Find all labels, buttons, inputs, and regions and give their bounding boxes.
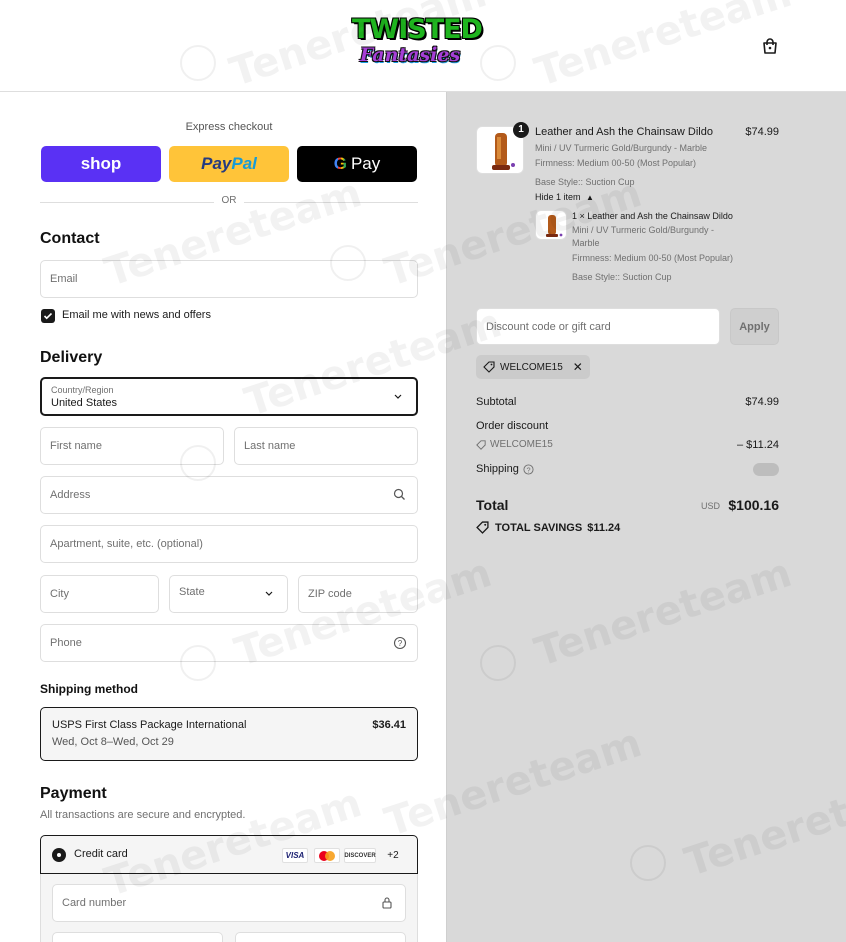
site-header: TWISTED Fantasies	[0, 0, 846, 92]
paypal-button[interactable]: Pay Pal	[169, 146, 289, 182]
card-cvv-field[interactable]	[235, 932, 406, 942]
shipping-label-text: Shipping	[476, 463, 519, 475]
payment-subtitle: All transactions are secure and encrypte…	[40, 809, 246, 821]
payment-heading: Payment	[40, 785, 107, 802]
product-firmness: Firmness: Medium 00-50 (Most Popular)	[535, 158, 697, 168]
first-name-field[interactable]: First name	[40, 427, 224, 465]
city-field[interactable]: City	[40, 575, 159, 613]
product-price: $74.99	[745, 126, 779, 138]
savings-value: $11.24	[587, 521, 621, 534]
shipping-value-placeholder	[753, 463, 779, 476]
google-g-icon: G	[333, 154, 347, 173]
credit-card-form: Card number	[40, 874, 418, 942]
google-pay-button[interactable]: G Pay	[297, 146, 417, 182]
chevron-down-icon	[392, 390, 406, 404]
last-name-field[interactable]: Last name	[234, 427, 418, 465]
search-icon	[393, 488, 407, 502]
phone-field[interactable]: Phone ?	[40, 624, 418, 662]
state-label: State	[179, 586, 205, 598]
contact-heading: Contact	[40, 230, 100, 247]
bundle-base-style: Base Style:: Suction Cup	[572, 272, 672, 282]
address-placeholder: Address	[50, 489, 91, 501]
savings-label: TOTAL SAVINGS	[495, 521, 583, 534]
remove-code-close-icon[interactable]: ✕	[573, 360, 583, 374]
card-number-field[interactable]: Card number	[52, 884, 406, 922]
subtotal-value: $74.99	[745, 396, 779, 408]
mastercard-icon	[314, 848, 340, 863]
paypal-label-part-2: Pal	[231, 154, 257, 173]
state-select[interactable]: State	[169, 575, 288, 613]
gpay-label: Pay	[350, 154, 381, 173]
shipping-option-price: $36.41	[372, 719, 406, 731]
tag-icon	[483, 361, 495, 373]
order-discount-code: WELCOME15	[476, 439, 553, 450]
credit-card-label: Credit card	[74, 848, 128, 860]
quantity-badge: 1	[513, 122, 529, 138]
brand-logo[interactable]: TWISTED Fantasies	[352, 14, 483, 74]
shipping-option-usps[interactable]: USPS First Class Package International W…	[40, 707, 418, 761]
country-select[interactable]: Country/Region United States	[40, 377, 418, 416]
product-base-style: Base Style:: Suction Cup	[535, 177, 635, 187]
hide-items-label: Hide 1 item	[535, 192, 581, 202]
shipping-row-label: Shipping ?	[476, 463, 534, 475]
credit-card-option[interactable]: Credit card VISA DISCOVER +2	[40, 835, 418, 874]
total-value: $100.16	[728, 497, 779, 513]
tag-icon	[476, 521, 489, 534]
shipping-option-name: USPS First Class Package International	[52, 719, 247, 731]
express-checkout-title: Express checkout	[185, 121, 273, 133]
applied-discount-chip: WELCOME15 ✕	[476, 355, 590, 379]
svg-text:?: ?	[398, 639, 403, 648]
order-discount-code-text: WELCOME15	[490, 439, 553, 450]
discount-code-input[interactable]: Discount code or gift card	[476, 308, 720, 345]
more-cards-count: +2	[387, 850, 399, 861]
lock-icon	[381, 896, 395, 910]
apartment-field[interactable]: Apartment, suite, etc. (optional)	[40, 525, 418, 563]
bundle-name: 1 × Leather and Ash the Chainsaw Dildo	[572, 211, 733, 221]
discover-icon: DISCOVER	[344, 848, 376, 863]
card-number-placeholder: Card number	[62, 897, 127, 909]
bundle-firmness: Firmness: Medium 00-50 (Most Popular)	[572, 253, 734, 263]
bundle-thumbnail	[535, 210, 567, 240]
zip-code-field[interactable]: ZIP code	[298, 575, 418, 613]
order-discount-value: – $11.24	[736, 439, 779, 451]
apply-discount-button[interactable]: Apply	[730, 308, 779, 345]
bundle-variant: Mini / UV Turmeric Gold/Burgundy - Marbl…	[572, 225, 715, 248]
tag-icon	[476, 439, 486, 450]
delivery-heading: Delivery	[40, 349, 103, 366]
shipping-method-heading: Shipping method	[40, 682, 138, 696]
visa-icon: VISA	[282, 848, 308, 863]
total-label: Total	[476, 497, 509, 513]
newsletter-checkbox[interactable]	[41, 309, 55, 323]
country-value: United States	[51, 397, 118, 409]
credit-card-radio[interactable]	[52, 848, 66, 862]
or-divider-label: OR	[214, 195, 244, 206]
applied-code-text: WELCOME15	[500, 361, 563, 373]
shipping-option-dates: Wed, Oct 8–Wed, Oct 29	[52, 736, 174, 748]
product-name: Leather and Ash the Chainsaw Dildo	[535, 126, 713, 138]
address-field[interactable]: Address	[40, 476, 418, 514]
total-savings: TOTAL SAVINGS $11.24	[476, 521, 620, 534]
newsletter-label: Email me with news and offers	[62, 309, 211, 321]
subtotal-label: Subtotal	[476, 396, 517, 408]
order-discount-label: Order discount	[476, 420, 549, 432]
hide-items-toggle[interactable]: Hide 1 item ▲	[535, 192, 594, 202]
chevron-up-icon: ▲	[586, 193, 594, 202]
help-circle-icon[interactable]: ?	[393, 636, 407, 650]
logo-bottom-text: Fantasies	[359, 44, 461, 66]
help-circle-icon[interactable]: ?	[523, 463, 534, 475]
product-variant: Mini / UV Turmeric Gold/Burgundy - Marbl…	[535, 143, 708, 153]
paypal-label-part-1: Pay	[201, 154, 232, 173]
chevron-down-icon	[263, 587, 277, 601]
card-expiry-field[interactable]	[52, 932, 223, 942]
shopping-bag-icon[interactable]	[760, 36, 780, 56]
country-label: Country/Region	[51, 385, 114, 395]
email-field[interactable]: Email	[40, 260, 418, 298]
svg-text:?: ?	[526, 465, 530, 474]
shop-pay-button[interactable]: shop	[41, 146, 161, 182]
phone-placeholder: Phone	[50, 637, 82, 649]
logo-top-text: TWISTED	[352, 14, 483, 45]
